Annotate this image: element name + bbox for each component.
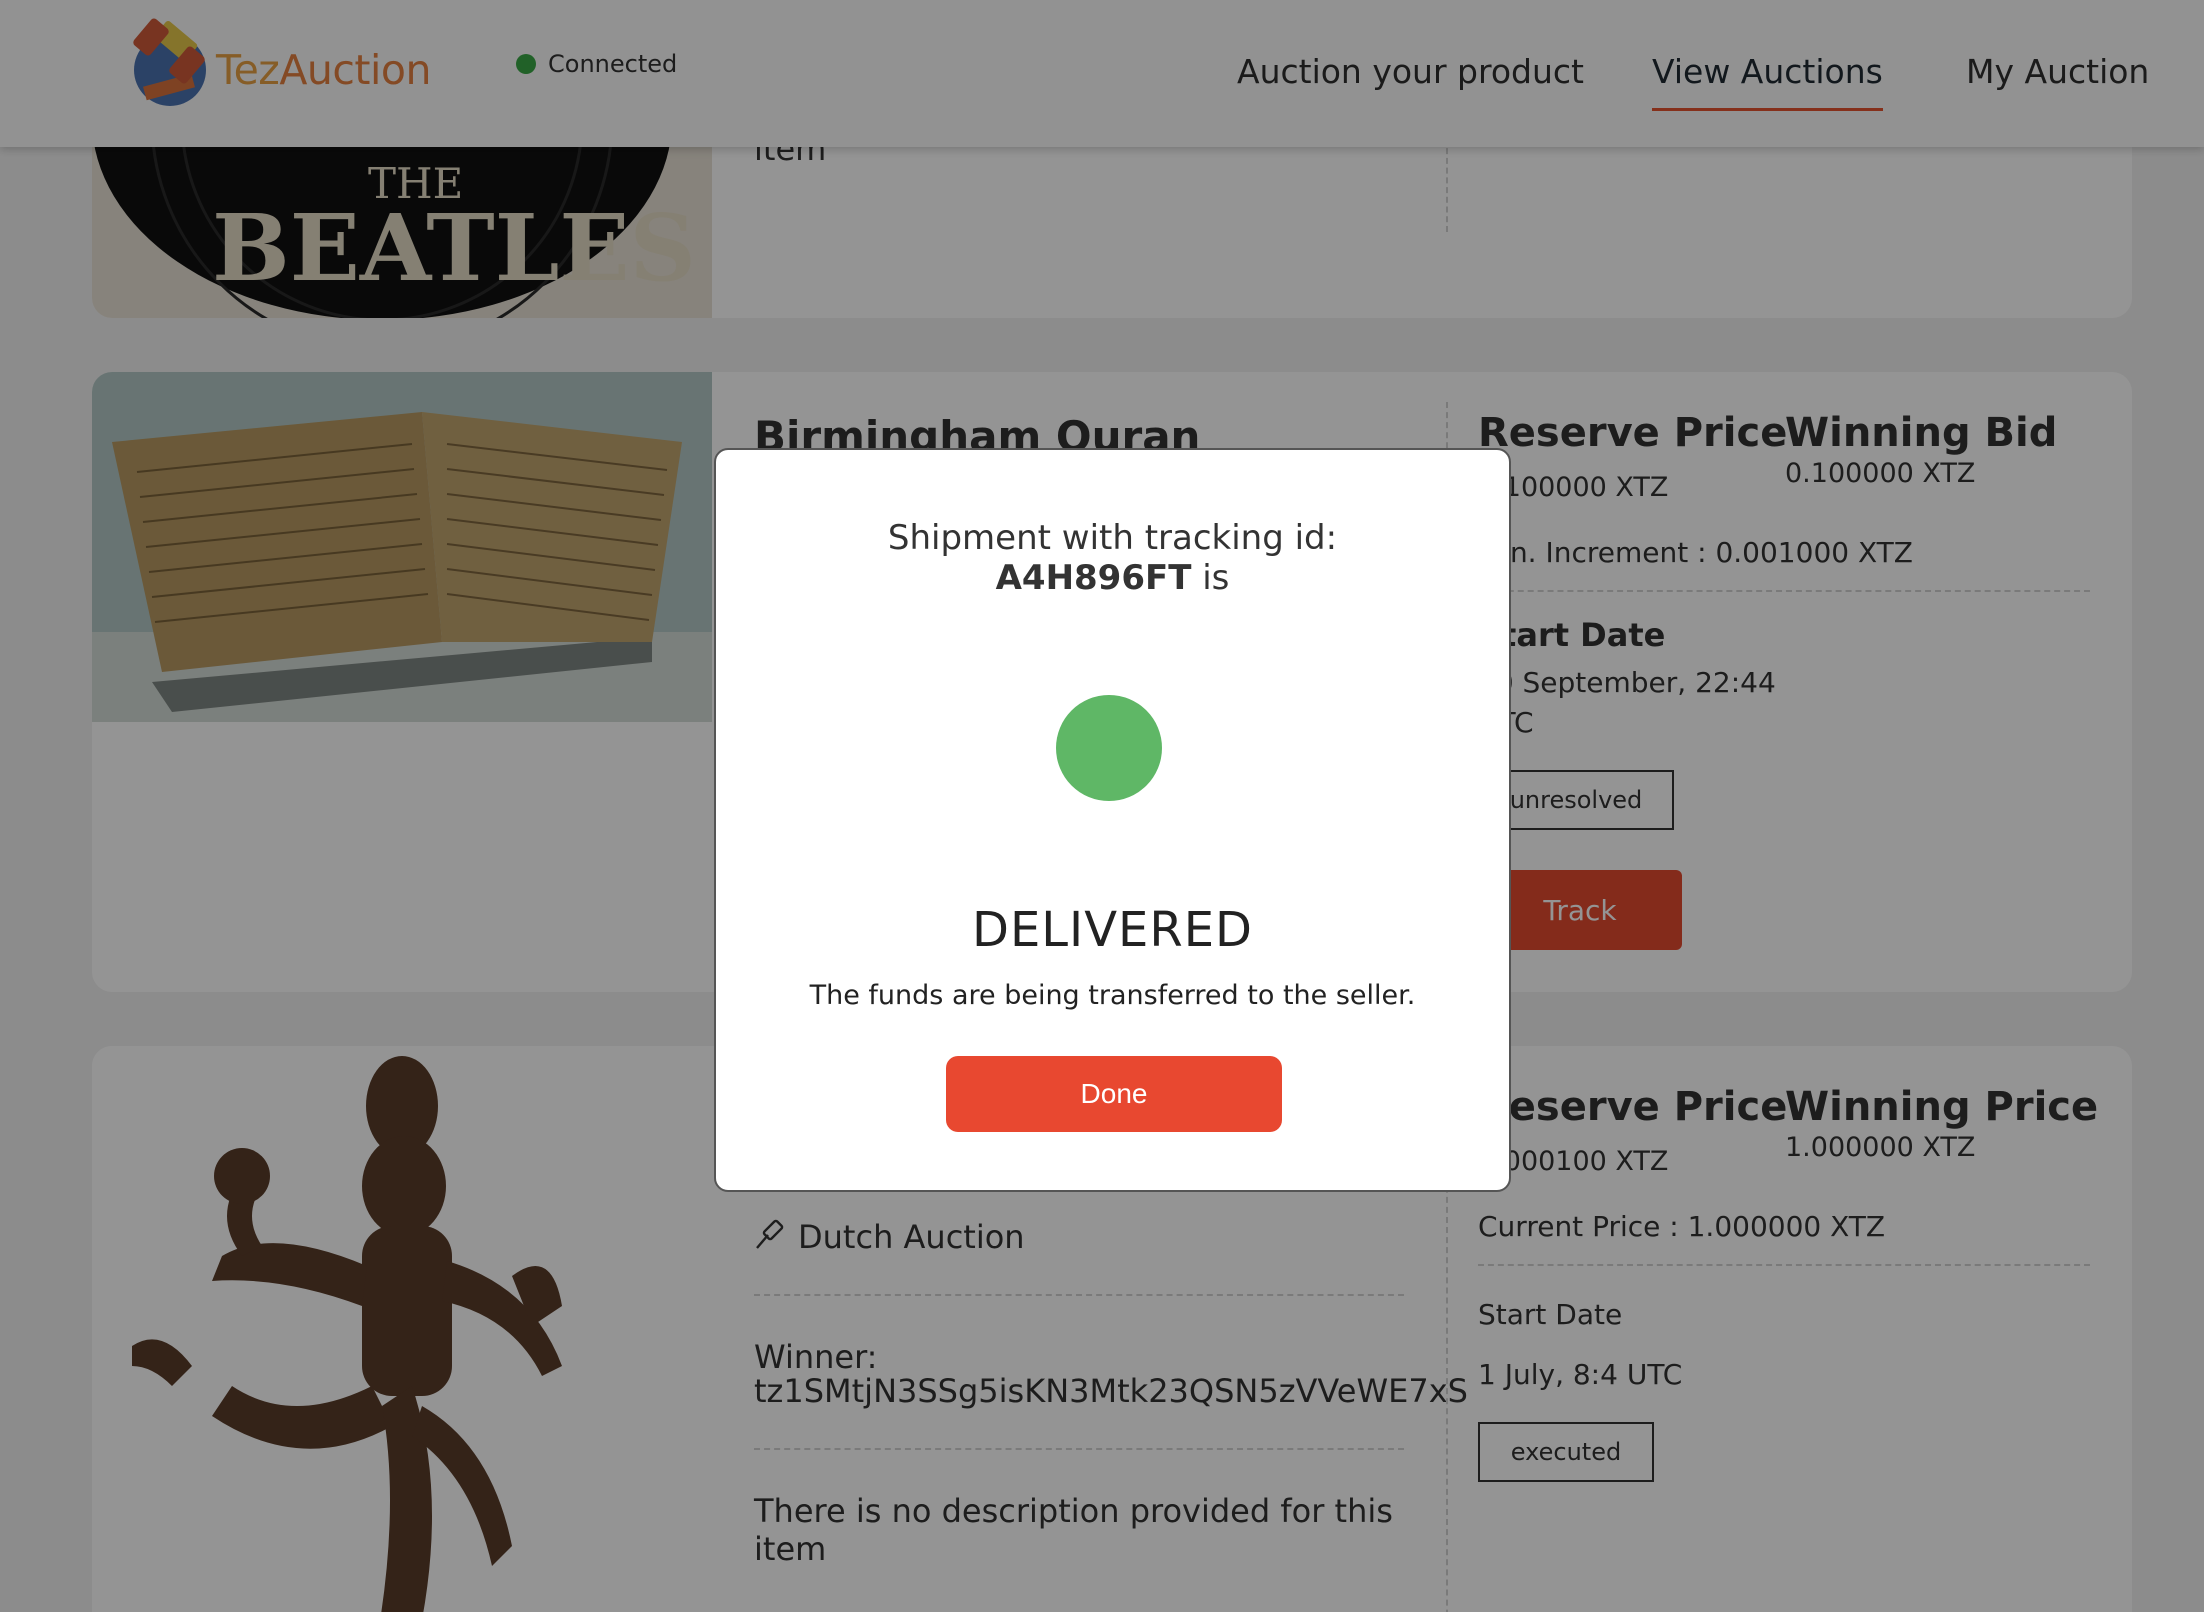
modal-heading: Shipment with tracking id: [887, 518, 1338, 558]
status-description: The funds are being transferred to the s… [809, 980, 1416, 1011]
delivered-status-dot [1056, 695, 1162, 801]
done-button[interactable]: Done [946, 1056, 1282, 1132]
shipment-status-modal: Shipment with tracking id: A4H896FT is D… [714, 448, 1511, 1192]
tracking-suffix: is [1191, 558, 1230, 598]
shipment-status: DELIVERED [972, 902, 1253, 958]
modal-tracking-line: A4H896FT is [716, 558, 1509, 598]
tracking-id: A4H896FT [995, 558, 1192, 598]
